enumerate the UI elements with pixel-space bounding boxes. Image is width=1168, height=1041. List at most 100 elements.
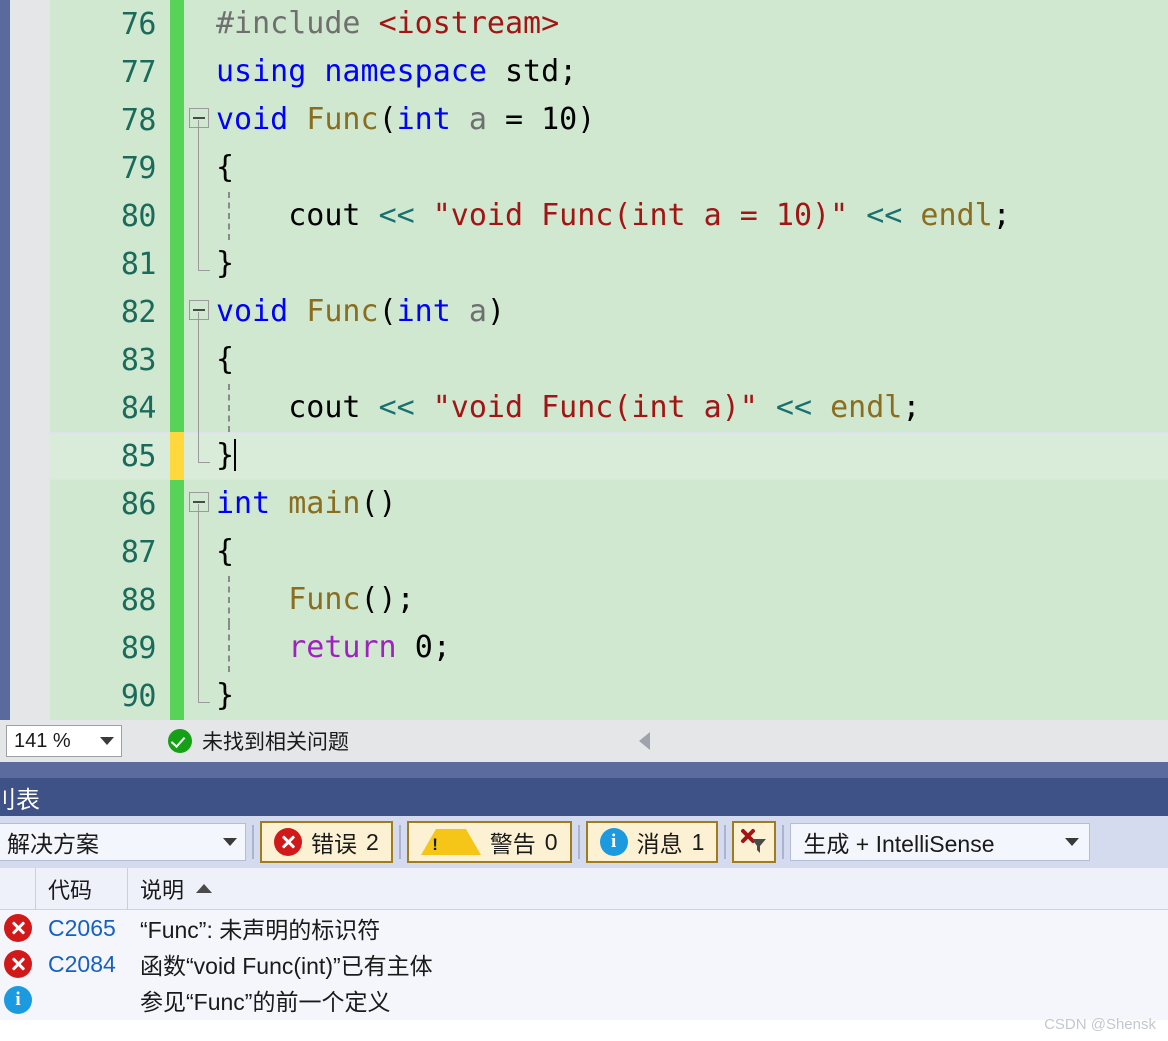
table-row[interactable]: C2084 函数“void Func(int)”已有主体 xyxy=(0,946,1168,982)
change-indicator-saved xyxy=(170,48,184,96)
collapse-region-icon[interactable] xyxy=(189,492,209,512)
code-line-text[interactable]: { xyxy=(216,336,1168,384)
line-number: 81 xyxy=(120,246,157,282)
error-icon xyxy=(4,950,32,978)
clear-filter-button[interactable] xyxy=(732,821,777,863)
code-line[interactable]: 80 cout << "void Func(int a = 10)" << en… xyxy=(50,192,1168,240)
change-indicator-saved xyxy=(170,576,184,624)
warnings-filter-button[interactable]: 警告 0 xyxy=(406,821,572,863)
code-line[interactable]: 82 void Func(int a) xyxy=(50,288,1168,336)
code-lines-container[interactable]: 76 #include <iostream> 77 using namespace s… xyxy=(50,0,1168,720)
fold-column[interactable] xyxy=(184,624,216,672)
code-token: using namespace xyxy=(216,54,505,89)
fold-column[interactable] xyxy=(184,48,216,96)
code-token: int xyxy=(396,294,469,329)
code-line[interactable]: 76 #include <iostream> xyxy=(50,0,1168,48)
scope-dropdown[interactable]: 解决方案 xyxy=(0,823,246,861)
code-line-text[interactable]: } xyxy=(216,672,1168,720)
code-editor[interactable]: 76 #include <iostream> 77 using namespace s… xyxy=(0,0,1168,720)
panel-drag-handle[interactable] xyxy=(0,762,1168,778)
code-line-text[interactable]: Func(); xyxy=(216,576,1168,624)
code-line-text[interactable]: { xyxy=(216,528,1168,576)
code-line-text[interactable]: int main() xyxy=(216,480,1168,528)
code-line[interactable]: 89 return 0; xyxy=(50,624,1168,672)
code-line-text[interactable]: void Func(int a = 10) xyxy=(216,96,1168,144)
build-filter-value: 生成 + IntelliSense xyxy=(803,831,995,857)
code-token: 0; xyxy=(414,630,451,665)
editor-status-bar: 141 % 未找到相关问题 xyxy=(0,720,1168,762)
code-line[interactable]: 77 using namespace std; xyxy=(50,48,1168,96)
fold-guide-line xyxy=(198,624,199,672)
table-row[interactable]: 参见“Func”的前一个定义 xyxy=(0,982,1168,1018)
fold-column[interactable] xyxy=(184,384,216,432)
code-line-text[interactable]: } xyxy=(216,432,1168,480)
error-icon xyxy=(274,828,302,856)
build-filter-dropdown[interactable]: 生成 + IntelliSense xyxy=(790,823,1091,861)
scroll-left-arrow-icon[interactable] xyxy=(639,732,650,750)
editor-left-edge-strip xyxy=(0,0,10,720)
visual-studio-window: 76 #include <iostream> 77 using namespace s… xyxy=(0,0,1168,1041)
code-line-text[interactable]: void Func(int a) xyxy=(216,288,1168,336)
fold-column[interactable] xyxy=(184,480,216,528)
indent-guide xyxy=(228,624,230,672)
messages-filter-button[interactable]: 消息 1 xyxy=(585,821,719,863)
code-line[interactable]: 86 int main() xyxy=(50,480,1168,528)
code-line[interactable]: 81} xyxy=(50,240,1168,288)
fold-column[interactable] xyxy=(184,144,216,192)
error-list-toolbar[interactable]: 解决方案 错误 2 警告 0 消息 1 xyxy=(0,816,1168,868)
change-indicator-saved xyxy=(170,288,184,336)
code-line[interactable]: 88 Func(); xyxy=(50,576,1168,624)
code-line-text[interactable]: cout << "void Func(int a)" << endl; xyxy=(216,384,1168,432)
fold-column[interactable] xyxy=(184,576,216,624)
code-line-text[interactable]: using namespace std; xyxy=(216,48,1168,96)
collapse-region-icon[interactable] xyxy=(189,300,209,320)
code-token: (); xyxy=(360,582,415,617)
fold-column[interactable] xyxy=(184,192,216,240)
column-header-description[interactable]: 说明 xyxy=(128,868,1168,910)
code-line[interactable]: 85} xyxy=(50,432,1168,480)
fold-column[interactable] xyxy=(184,528,216,576)
code-line[interactable]: 84 cout << "void Func(int a)" << endl; xyxy=(50,384,1168,432)
code-token: void xyxy=(216,294,307,329)
code-line-text[interactable]: #include <iostream> xyxy=(216,0,1168,48)
sort-ascending-icon[interactable] xyxy=(196,884,213,893)
code-line-text[interactable]: { xyxy=(216,144,1168,192)
code-line-text[interactable]: cout << "void Func(int a = 10)" << endl; xyxy=(216,192,1168,240)
fold-guide-end xyxy=(198,432,210,463)
error-list-rows[interactable]: C2065 “Func”: 未声明的标识符 C2084 函数“void Func(in… xyxy=(0,910,1168,1020)
line-number: 77 xyxy=(120,54,157,90)
chevron-down-icon[interactable] xyxy=(223,838,237,846)
code-token: { xyxy=(216,342,235,377)
fold-column[interactable] xyxy=(184,432,216,480)
error-code-link[interactable]: C2065 xyxy=(36,915,128,942)
code-token: int xyxy=(216,486,289,521)
table-row[interactable]: C2065 “Func”: 未声明的标识符 xyxy=(0,910,1168,946)
fold-column[interactable] xyxy=(184,288,216,336)
code-token: ; xyxy=(902,390,921,425)
code-line[interactable]: 78 void Func(int a = 10) xyxy=(50,96,1168,144)
collapse-region-icon[interactable] xyxy=(189,108,209,128)
code-line[interactable]: 83 { xyxy=(50,336,1168,384)
code-line-text[interactable]: } xyxy=(216,240,1168,288)
fold-column[interactable] xyxy=(184,96,216,144)
fold-guide-line xyxy=(198,504,199,528)
column-header-severity[interactable] xyxy=(0,867,36,910)
zoom-level-dropdown[interactable]: 141 % xyxy=(6,725,122,757)
fold-column[interactable] xyxy=(184,240,216,288)
errors-filter-button[interactable]: 错误 2 xyxy=(260,821,393,863)
code-line[interactable]: 87 { xyxy=(50,528,1168,576)
fold-column[interactable] xyxy=(184,672,216,720)
fold-column[interactable] xyxy=(184,336,216,384)
code-line[interactable]: 90} xyxy=(50,672,1168,720)
code-token: << xyxy=(378,198,433,233)
code-line-text[interactable]: return 0; xyxy=(216,624,1168,672)
code-line[interactable]: 79 { xyxy=(50,144,1168,192)
warnings-filter-label: 警告 xyxy=(489,831,536,857)
column-header-code[interactable]: 代码 xyxy=(36,867,128,910)
change-indicator-saved xyxy=(170,624,184,672)
code-token: ( xyxy=(378,294,397,329)
error-code-link[interactable]: C2084 xyxy=(36,951,128,978)
chevron-down-icon[interactable] xyxy=(100,737,114,745)
chevron-down-icon[interactable] xyxy=(1065,838,1080,846)
fold-column[interactable] xyxy=(184,0,216,48)
